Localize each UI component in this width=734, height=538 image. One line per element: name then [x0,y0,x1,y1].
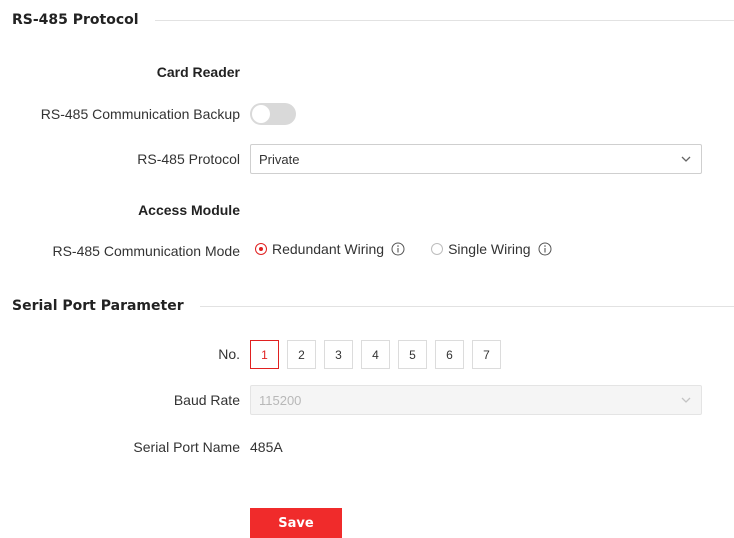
protocol-select-value: Private [259,151,300,167]
access-module-heading: Access Module [138,202,240,218]
port-button-7[interactable]: 7 [472,340,501,369]
mode-radio-group: Redundant Wiring Single Wiring [255,241,552,257]
port-button-6[interactable]: 6 [435,340,464,369]
section-header-rs485: RS-485 Protocol [12,12,734,28]
backup-label: RS-485 Communication Backup [40,106,240,122]
radio-redundant-wiring[interactable]: Redundant Wiring [255,241,405,257]
backup-toggle[interactable] [250,103,296,125]
radio-single-wiring[interactable]: Single Wiring [431,241,552,257]
section-divider [154,19,734,21]
baud-rate-value: 115200 [259,392,302,408]
port-button-1[interactable]: 1 [250,340,279,369]
card-reader-heading: Card Reader [156,64,240,80]
serial-port-name-label: Serial Port Name [133,439,240,455]
protocol-label: RS-485 Protocol [137,151,240,167]
port-button-4[interactable]: 4 [361,340,390,369]
info-circle-icon[interactable] [391,242,405,256]
port-button-3[interactable]: 3 [324,340,353,369]
serial-port-name-value: 485A [250,439,283,455]
port-no-label: No. [218,346,240,362]
radio-circle [255,243,267,255]
port-selector: 1 2 3 4 5 6 7 [250,340,509,369]
baud-rate-label: Baud Rate [173,392,240,408]
mode-label: RS-485 Communication Mode [52,243,240,259]
radio-label: Single Wiring [448,241,531,257]
chevron-down-icon [681,397,691,403]
radio-circle [431,243,444,255]
toggle-knob [252,105,270,123]
baud-rate-select: 115200 [250,385,702,415]
section-header-serial: Serial Port Parameter [12,298,734,314]
section-divider [199,305,734,307]
radio-label: Redundant Wiring [272,241,385,257]
info-circle-icon[interactable] [538,242,552,256]
section-title-rs485: RS-485 Protocol [12,12,139,28]
port-button-5[interactable]: 5 [398,340,427,369]
section-title-serial: Serial Port Parameter [12,298,184,314]
protocol-select[interactable]: Private [250,144,702,174]
chevron-down-icon [681,156,691,162]
port-button-2[interactable]: 2 [287,340,316,369]
